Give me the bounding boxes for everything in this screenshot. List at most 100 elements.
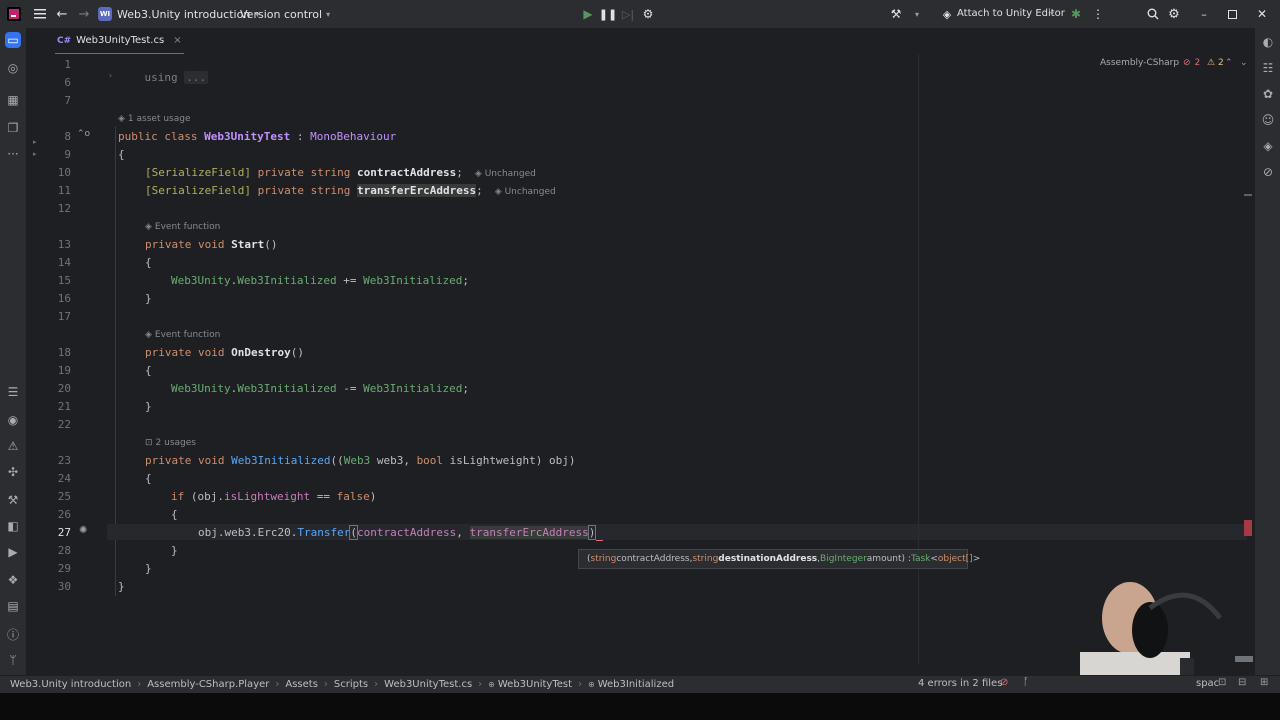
build-options-chevron-icon[interactable]: ▾ <box>912 6 922 22</box>
unity-class-gutter-icon[interactable]: ⌃o <box>77 129 90 139</box>
taskbar-area <box>0 693 1280 720</box>
next-highlight-icon[interactable]: ⌄ <box>1240 58 1248 68</box>
close-tab-icon[interactable]: × <box>173 35 181 46</box>
fold-arrow-icon[interactable]: › <box>108 71 113 80</box>
bug-icon[interactable]: ✱ <box>1068 6 1084 22</box>
scroll-marker <box>1244 194 1252 196</box>
prev-highlight-icon[interactable]: ⌃ <box>1225 58 1233 68</box>
chevron-down-icon: ▾ <box>326 9 331 19</box>
breadcrumb-assets[interactable]: Assets <box>285 679 318 690</box>
indent-label[interactable]: spac <box>1196 678 1219 689</box>
terminal-icon[interactable]: ▤ <box>5 598 21 614</box>
services-icon[interactable]: ❖ <box>5 572 21 588</box>
problems-icon[interactable]: ⚠ <box>5 438 21 454</box>
back-arrow-icon[interactable]: ← <box>54 6 70 22</box>
minimize-window-icon[interactable]: – <box>1196 6 1212 22</box>
code-line-20: Web3Unity.Web3Initialized -= Web3Initial… <box>171 382 469 395</box>
fold-arrow-icon[interactable]: ▸ <box>33 150 37 158</box>
unity-icon[interactable]: ◈ <box>1260 138 1276 154</box>
pause-icon[interactable]: ❚❚ <box>599 6 617 22</box>
hint-label: 2 usages <box>155 438 196 448</box>
error-count[interactable]: ⊘ 2 <box>1183 58 1200 68</box>
warning-count[interactable]: ⚠ 2 <box>1207 58 1224 68</box>
more-tools-icon[interactable]: ··· <box>5 146 21 162</box>
maximize-window-icon[interactable] <box>1224 6 1240 22</box>
project-name: Web3.Unity introduction <box>117 7 251 21</box>
class-ref: Web3Unity <box>171 274 231 287</box>
notifications-icon[interactable]: ◐ <box>1260 34 1276 50</box>
tab-web3unitytest[interactable]: C# Web3UnityTest.cs × <box>55 28 184 55</box>
breadcrumb-file[interactable]: Web3UnityTest.cs <box>384 679 472 690</box>
code-line-1: › using ... <box>108 58 209 97</box>
brace: } <box>145 292 152 305</box>
breadcrumb-method[interactable]: Web3Initialized <box>598 679 674 690</box>
breadcrumb-assembly[interactable]: Assembly-CSharp.Player <box>147 679 269 690</box>
error-indicator-icon[interactable]: ⊘ <box>1000 677 1008 688</box>
unity-icon: ◈ <box>145 222 152 232</box>
chevron-down-icon[interactable]: ▾ <box>1050 9 1054 18</box>
unchanged-hint[interactable]: ◈ Unchanged <box>475 169 536 179</box>
breadcrumb-scripts[interactable]: Scripts <box>334 679 368 690</box>
tooltip-text: ) : <box>901 554 911 564</box>
ai-assistant-icon[interactable]: ✿ <box>1260 86 1276 102</box>
close-window-icon[interactable]: ✕ <box>1254 6 1270 22</box>
step-icon[interactable]: ▷| <box>620 6 636 22</box>
search-icon[interactable] <box>1145 6 1161 22</box>
bookmarks-icon[interactable]: ❐ <box>5 120 21 136</box>
breadcrumb-class[interactable]: Web3UnityTest <box>498 679 572 690</box>
forward-arrow-icon[interactable]: → <box>76 6 92 22</box>
asset-usage-hint[interactable]: ◈ 1 asset usage <box>118 114 191 124</box>
run-icon[interactable]: ▶ <box>580 6 596 22</box>
unity-log-icon[interactable]: ◧ <box>5 518 21 534</box>
keyword: false <box>336 490 370 503</box>
code-line-21: } <box>145 400 152 413</box>
unity-explorer-icon[interactable]: ◎ <box>5 60 21 76</box>
assembly-selector[interactable]: Assembly-CSharp <box>1100 58 1179 68</box>
code-line-24: { <box>145 472 152 485</box>
event-function-hint[interactable]: ◈ Event function <box>145 330 220 340</box>
breadcrumb-project[interactable]: Web3.Unity introduction <box>10 679 131 690</box>
settings-gear-icon[interactable]: ⚙ <box>1166 6 1182 22</box>
hint-label: Event function <box>154 330 221 340</box>
structure-icon[interactable]: ▦ <box>5 92 21 108</box>
errors-summary[interactable]: 4 errors in 2 files <box>918 678 1002 689</box>
right-margin-guide <box>918 54 919 664</box>
base-class: MonoBehaviour <box>310 130 397 143</box>
main-menu-icon[interactable] <box>32 6 48 22</box>
lock-icon[interactable]: ⊟ <box>1238 677 1246 688</box>
folded-region[interactable]: ... <box>184 71 209 84</box>
intention-bulb-icon[interactable]: ✺ <box>79 525 87 536</box>
attribute: [SerializeField] <box>145 166 251 179</box>
unchanged-hint[interactable]: ◈ Unchanged <box>495 187 556 197</box>
keyword: void <box>197 238 225 251</box>
more-actions-icon[interactable]: ⋮ <box>1092 6 1104 22</box>
punctuation: ; <box>456 166 463 179</box>
brace: } <box>145 562 152 575</box>
event-function-hint[interactable]: ◈ Event function <box>145 222 220 232</box>
no-errors-icon[interactable]: ⊡ <box>1218 677 1226 688</box>
keyword: bool <box>416 454 444 467</box>
todo-list-icon[interactable]: ☰ <box>5 384 21 400</box>
debug-icon[interactable]: ⚙ <box>640 6 656 22</box>
fold-arrow-icon[interactable]: ▸ <box>33 138 37 146</box>
git-branch-icon[interactable]: ᚪ <box>1023 677 1029 688</box>
debug-tool-icon[interactable]: ▶ <box>5 544 21 560</box>
problems-info-icon[interactable]: ⓘ <box>5 626 21 642</box>
version-control-widget[interactable]: Version control ▾ <box>240 6 330 22</box>
nuget-icon[interactable]: ✣ <box>5 464 21 480</box>
paren: ) <box>587 525 597 540</box>
build-icon[interactable]: ⚒ <box>5 492 21 508</box>
project-widget[interactable]: WI Web3.Unity introduction ▾ <box>98 6 259 22</box>
attach-unity-label[interactable]: Attach to Unity Editor <box>957 8 1065 19</box>
line-number: 29 <box>57 562 71 575</box>
keyword: private <box>257 166 304 179</box>
usages-hint[interactable]: ⊡ 2 usages <box>145 438 196 448</box>
database-icon[interactable]: ☷ <box>1260 60 1276 76</box>
unit-tests-icon[interactable]: ◉ <box>5 412 21 428</box>
copilot-icon[interactable]: ☺ <box>1260 112 1276 128</box>
build-hammer-icon[interactable]: ⚒ <box>888 6 904 22</box>
notifications-icon[interactable]: ⊞ <box>1260 677 1268 688</box>
endpoints-icon[interactable]: ⊘ <box>1260 164 1276 180</box>
git-icon[interactable]: ᛘ <box>5 652 21 668</box>
explorer-folder-icon[interactable]: ▭ <box>5 32 21 48</box>
